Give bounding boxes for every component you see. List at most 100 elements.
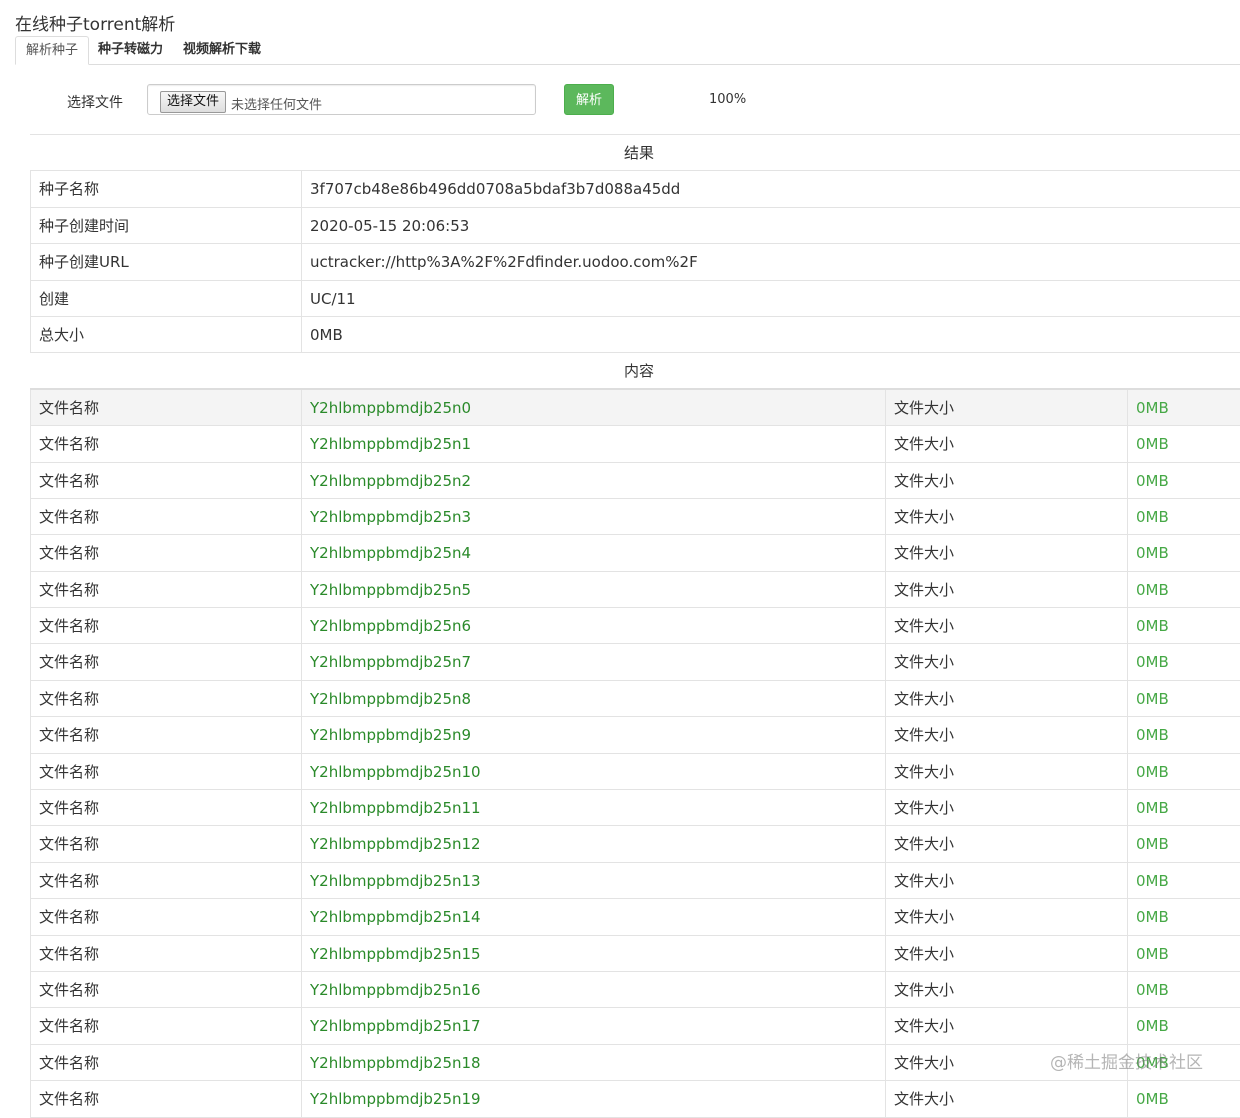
tab-bar: 解析种子 种子转磁力 视频解析下载 xyxy=(15,36,1240,65)
info-row: 创建 UC/11 xyxy=(30,280,1240,317)
file-name-label: 文件名称 xyxy=(30,462,301,498)
file-size-value: 0MB xyxy=(1127,608,1240,644)
file-name-link[interactable]: Y2hlbmppbmdjb25n13 xyxy=(301,862,885,899)
file-name-link[interactable]: Y2hlbmppbmdjb25n11 xyxy=(301,790,885,826)
file-name-link[interactable]: Y2hlbmppbmdjb25n4 xyxy=(301,535,885,571)
file-row: 文件名称 Y2hlbmppbmdjb25n10 文件大小 0MB xyxy=(30,753,1240,791)
file-size-value: 0MB xyxy=(1127,462,1240,498)
file-size-label: 文件大小 xyxy=(885,426,1127,462)
file-size-value: 0MB xyxy=(1127,826,1240,862)
file-name-label: 文件名称 xyxy=(30,790,301,826)
info-value: 3f707cb48e86b496dd0708a5bdaf3b7d088a45dd xyxy=(301,171,1240,207)
file-row: 文件名称 Y2hlbmppbmdjb25n12 文件大小 0MB xyxy=(30,826,1240,863)
file-name-link[interactable]: Y2hlbmppbmdjb25n17 xyxy=(301,1008,885,1044)
file-name-link[interactable]: Y2hlbmppbmdjb25n2 xyxy=(301,462,885,498)
info-label: 种子名称 xyxy=(30,171,301,207)
file-row: 文件名称 Y2hlbmppbmdjb25n14 文件大小 0MB xyxy=(30,899,1240,936)
choose-file-button[interactable]: 选择文件 xyxy=(160,91,227,113)
info-label: 种子创建URL xyxy=(30,244,301,280)
file-row: 文件名称 Y2hlbmppbmdjb25n0 文件大小 0MB xyxy=(30,389,1240,427)
file-name-label: 文件名称 xyxy=(30,535,301,571)
file-name-link[interactable]: Y2hlbmppbmdjb25n19 xyxy=(301,1081,885,1117)
file-name-label: 文件名称 xyxy=(30,717,301,753)
parse-button[interactable]: 解析 xyxy=(564,84,614,115)
file-name-link[interactable]: Y2hlbmppbmdjb25n1 xyxy=(301,426,885,462)
file-size-label: 文件大小 xyxy=(885,717,1127,753)
result-table: 结果 种子名称 3f707cb48e86b496dd0708a5bdaf3b7d0… xyxy=(30,134,1240,1118)
file-name-label: 文件名称 xyxy=(30,971,301,1008)
file-size-value: 0MB xyxy=(1127,644,1240,680)
info-label: 总大小 xyxy=(30,316,301,353)
file-row: 文件名称 Y2hlbmppbmdjb25n15 文件大小 0MB xyxy=(30,935,1240,972)
file-name-label: 文件名称 xyxy=(30,1008,301,1044)
info-value: 0MB xyxy=(301,316,1240,353)
file-size-value: 0MB xyxy=(1127,680,1240,717)
file-size-label: 文件大小 xyxy=(885,644,1127,680)
info-value: 2020-05-15 20:06:53 xyxy=(301,207,1240,244)
file-size-value: 0MB xyxy=(1127,790,1240,826)
file-name-label: 文件名称 xyxy=(30,1044,301,1081)
file-name-link[interactable]: Y2hlbmppbmdjb25n3 xyxy=(301,498,885,535)
file-name-label: 文件名称 xyxy=(30,862,301,899)
result-heading: 结果 xyxy=(623,144,654,162)
file-size-value: 0MB xyxy=(1127,899,1240,935)
file-name-link[interactable]: Y2hlbmppbmdjb25n5 xyxy=(301,571,885,608)
file-name-label: 文件名称 xyxy=(30,1081,301,1117)
tab-torrent-to-magnet[interactable]: 种子转磁力 xyxy=(88,36,173,64)
file-size-label: 文件大小 xyxy=(885,462,1127,498)
file-name-label: 文件名称 xyxy=(30,899,301,935)
file-size-label: 文件大小 xyxy=(885,753,1127,790)
file-size-value: 0MB xyxy=(1127,935,1240,971)
file-size-label: 文件大小 xyxy=(885,498,1127,535)
file-name-link[interactable]: Y2hlbmppbmdjb25n9 xyxy=(301,717,885,753)
info-row: 种子创建URL uctracker://http%3A%2F%2Fdfinder.… xyxy=(30,244,1240,281)
file-name-label: 文件名称 xyxy=(30,389,301,426)
file-size-value: 0MB xyxy=(1127,571,1240,608)
info-label: 创建 xyxy=(30,280,301,316)
file-status-text: 未选择任何文件 xyxy=(231,98,323,113)
file-name-label: 文件名称 xyxy=(30,826,301,862)
tab-parse-torrent[interactable]: 解析种子 xyxy=(15,36,90,65)
file-name-label: 文件名称 xyxy=(30,608,301,644)
tab-video-download[interactable]: 视频解析下载 xyxy=(173,36,271,64)
file-size-label: 文件大小 xyxy=(885,935,1127,971)
info-value: UC/11 xyxy=(301,280,1240,316)
file-size-value: 0MB xyxy=(1127,535,1240,571)
file-size-label: 文件大小 xyxy=(885,899,1127,935)
file-name-link[interactable]: Y2hlbmppbmdjb25n12 xyxy=(301,826,885,862)
file-row: 文件名称 Y2hlbmppbmdjb25n8 文件大小 0MB xyxy=(30,680,1240,718)
info-row: 总大小 0MB xyxy=(30,316,1240,354)
file-size-label: 文件大小 xyxy=(885,971,1127,1008)
file-row: 文件名称 Y2hlbmppbmdjb25n16 文件大小 0MB xyxy=(30,971,1240,1009)
file-size-label: 文件大小 xyxy=(885,389,1127,426)
file-name-label: 文件名称 xyxy=(30,680,301,717)
file-name-link[interactable]: Y2hlbmppbmdjb25n15 xyxy=(301,935,885,971)
file-size-value: 0MB xyxy=(1127,1008,1240,1044)
watermark: @稀土掘金技术社区 xyxy=(1050,1053,1203,1073)
file-name-link[interactable]: Y2hlbmppbmdjb25n7 xyxy=(301,644,885,680)
file-name-label: 文件名称 xyxy=(30,753,301,790)
file-name-label: 文件名称 xyxy=(30,426,301,462)
file-name-label: 文件名称 xyxy=(30,644,301,680)
file-name-label: 文件名称 xyxy=(30,498,301,535)
info-label: 种子创建时间 xyxy=(30,207,301,244)
file-size-value: 0MB xyxy=(1127,1081,1240,1117)
file-name-link[interactable]: Y2hlbmppbmdjb25n10 xyxy=(301,753,885,790)
result-heading-row: 结果 xyxy=(30,135,1240,172)
content-heading: 内容 xyxy=(623,362,654,381)
file-size-value: 0MB xyxy=(1127,753,1240,790)
file-name-link[interactable]: Y2hlbmppbmdjb25n14 xyxy=(301,899,885,935)
file-row: 文件名称 Y2hlbmppbmdjb25n9 文件大小 0MB xyxy=(30,717,1240,754)
file-name-label: 文件名称 xyxy=(30,935,301,971)
page-title: 在线种子torrent解析 xyxy=(15,15,176,35)
file-size-label: 文件大小 xyxy=(885,680,1127,717)
progress-text: 100% xyxy=(709,92,747,107)
file-name-link[interactable]: Y2hlbmppbmdjb25n6 xyxy=(301,608,885,644)
file-input[interactable]: 选择文件 未选择任何文件 xyxy=(147,84,536,115)
file-name-link[interactable]: Y2hlbmppbmdjb25n0 xyxy=(301,389,885,426)
file-size-label: 文件大小 xyxy=(885,608,1127,644)
file-size-label: 文件大小 xyxy=(885,535,1127,571)
file-name-link[interactable]: Y2hlbmppbmdjb25n16 xyxy=(301,971,885,1008)
file-name-link[interactable]: Y2hlbmppbmdjb25n18 xyxy=(301,1044,885,1081)
file-name-link[interactable]: Y2hlbmppbmdjb25n8 xyxy=(301,680,885,717)
